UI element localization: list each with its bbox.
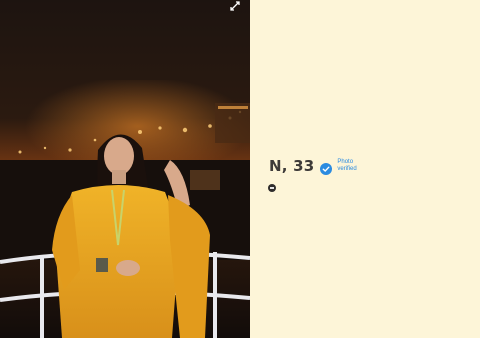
verified-check-icon (320, 160, 333, 175)
name-age: N, 33 (269, 157, 315, 175)
profile-photo[interactable] (0, 0, 250, 338)
profile-info-panel: N, 33 Photo verified (250, 0, 480, 338)
expand-icon[interactable] (229, 0, 241, 12)
photo-image (0, 0, 250, 338)
more-options-icon[interactable] (268, 184, 276, 192)
photo-verified-label: Photo verified (337, 159, 357, 172)
name-row: N, 33 Photo verified (269, 157, 367, 175)
